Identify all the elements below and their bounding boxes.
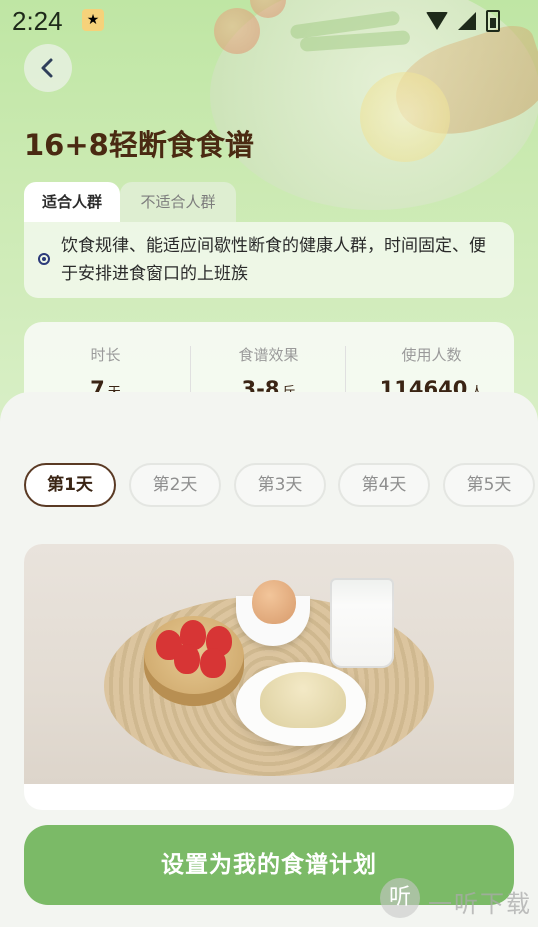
- watermark-logo-icon: 听: [380, 878, 420, 918]
- notification-icon: ★: [82, 9, 104, 31]
- milk-glass-image: [330, 578, 394, 668]
- egg-image: [252, 580, 296, 624]
- tab-suitable[interactable]: 适合人群: [24, 182, 120, 222]
- stat-label: 食谱效果: [238, 346, 299, 364]
- tab-day-5[interactable]: 第5天: [443, 463, 535, 507]
- audience-description: 饮食规律、能适应间歇性断食的健康人群，时间固定、便于安排进食窗口的上班族: [61, 236, 486, 284]
- tab-day-4[interactable]: 第4天: [338, 463, 430, 507]
- status-bar: 2:24 ★: [0, 0, 538, 42]
- tab-day-3[interactable]: 第3天: [234, 463, 326, 507]
- tab-day-1[interactable]: 第1天: [24, 463, 116, 507]
- stat-label: 时长: [90, 346, 121, 364]
- bullet-icon: [38, 253, 50, 265]
- tab-day-2[interactable]: 第2天: [129, 463, 221, 507]
- strawberry-image: [200, 648, 226, 678]
- signal-icon: [458, 12, 476, 30]
- stat-label: 使用人数: [401, 346, 462, 364]
- back-button[interactable]: [24, 44, 72, 92]
- dumpling-image: [260, 672, 346, 728]
- hero-lemon-image: [360, 72, 450, 162]
- meal-photo: [24, 544, 514, 784]
- page-title: 16+8轻断食食谱: [24, 128, 254, 162]
- tab-unsuitable[interactable]: 不适合人群: [120, 182, 236, 222]
- system-icons: [426, 10, 500, 32]
- chevron-left-icon: [41, 58, 53, 78]
- wifi-icon: [426, 12, 448, 30]
- audience-description-card: 饮食规律、能适应间歇性断食的健康人群，时间固定、便于安排进食窗口的上班族: [24, 222, 514, 298]
- status-time: 2:24: [12, 6, 63, 36]
- meal-card[interactable]: [24, 544, 514, 810]
- strawberry-image: [174, 644, 200, 674]
- battery-icon: [486, 10, 500, 32]
